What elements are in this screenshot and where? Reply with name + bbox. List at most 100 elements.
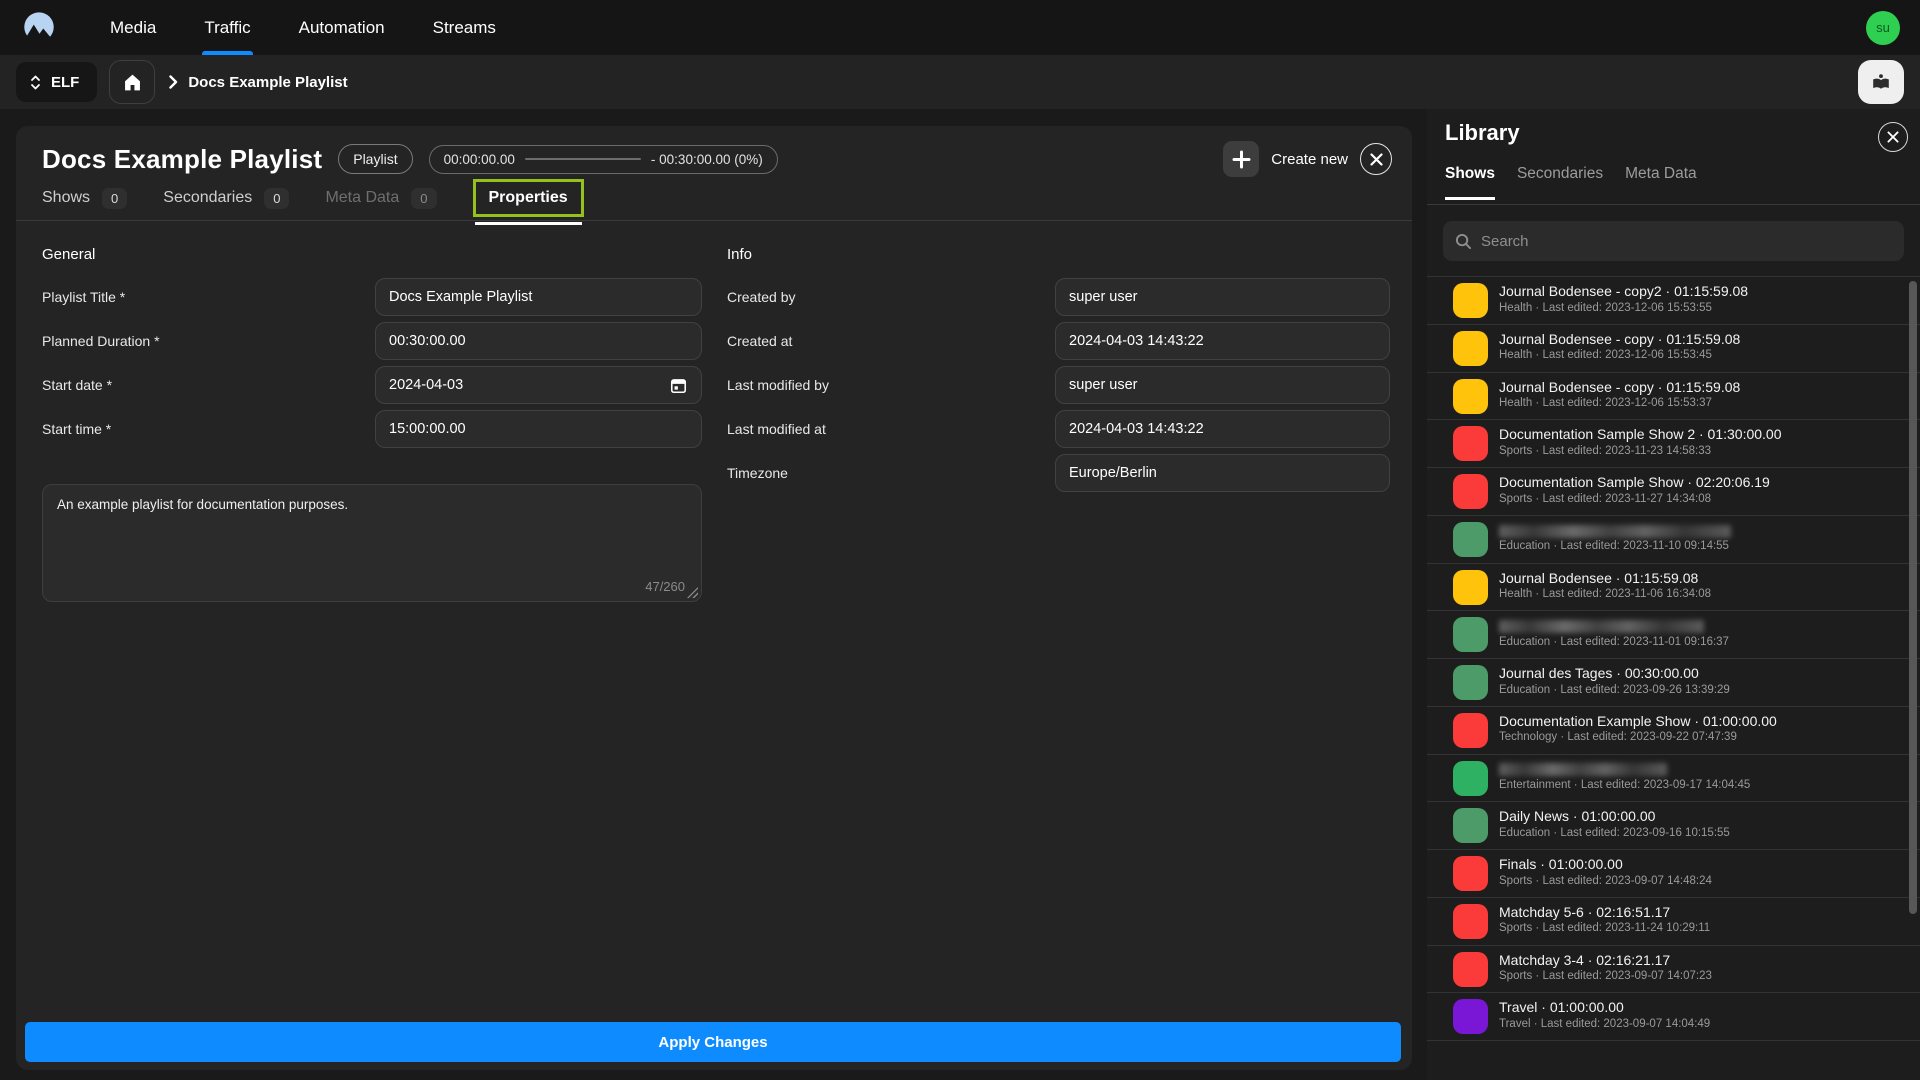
library-divider	[1427, 204, 1920, 205]
library-close-button[interactable]	[1878, 122, 1908, 152]
item-color-swatch	[1453, 617, 1488, 652]
library-item[interactable]: Matchday 3-4 · 02:16:21.17Sports · Last …	[1427, 946, 1920, 994]
general-row-start-date: Start date *2024-04-03	[42, 366, 702, 404]
library-item[interactable]: Journal Bodensee - copy2 · 01:15:59.08He…	[1427, 277, 1920, 325]
library-tab-secondaries[interactable]: Secondaries	[1517, 165, 1603, 187]
item-title: Journal des Tages · 00:30:00.00	[1499, 665, 1699, 681]
info-field-created-by[interactable]: super user	[1055, 278, 1390, 316]
user-avatar[interactable]: su	[1866, 11, 1900, 45]
tab-label: Secondaries	[163, 189, 252, 207]
field-value: super user	[1069, 377, 1138, 393]
item-subtitle: Sports · Last edited: 2023-11-27 14:34:0…	[1499, 493, 1711, 505]
tab-meta-data[interactable]: Meta Data0	[325, 188, 436, 209]
library-item[interactable]: Journal Bodensee - copy · 01:15:59.08Hea…	[1427, 373, 1920, 421]
item-subtitle: Education · Last edited: 2023-09-16 10:1…	[1499, 827, 1730, 839]
nav-item-automation[interactable]: Automation	[275, 0, 409, 55]
general-row-playlist-title: Playlist Title *Docs Example Playlist	[42, 278, 702, 316]
search-input[interactable]	[1481, 233, 1892, 250]
info-label: Last modified by	[727, 377, 1055, 393]
item-title: Documentation Sample Show 2 · 01:30:00.0…	[1499, 426, 1782, 442]
redacted-title	[1499, 620, 1704, 633]
info-field-timezone[interactable]: Europe/Berlin	[1055, 454, 1390, 492]
description-textarea[interactable]: An example playlist for documentation pu…	[43, 485, 701, 601]
item-subtitle: Education · Last edited: 2023-11-01 09:1…	[1499, 636, 1729, 648]
library-tab-meta-data[interactable]: Meta Data	[1625, 165, 1697, 187]
info-heading: Info	[727, 244, 1390, 265]
item-color-swatch	[1453, 808, 1488, 843]
general-field-start-date[interactable]: 2024-04-03	[375, 366, 702, 404]
workspace-selector[interactable]: ELF	[16, 62, 97, 102]
top-nav: Media TrafficAutomationStreams su	[0, 0, 1920, 55]
tab-shows[interactable]: Shows0	[42, 188, 127, 209]
nav-item-traffic[interactable]: Traffic	[180, 0, 274, 55]
library-toggle-button[interactable]	[1858, 60, 1904, 104]
general-field-planned-duration[interactable]: 00:30:00.00	[375, 322, 702, 360]
library-item[interactable]: Education · Last edited: 2023-11-10 09:1…	[1427, 516, 1920, 564]
item-subtitle: Health · Last edited: 2023-11-06 16:34:0…	[1499, 588, 1711, 600]
info-row-last-modified-by: Last modified by super user	[727, 366, 1390, 404]
item-color-swatch	[1453, 426, 1488, 461]
app-logo-icon[interactable]	[20, 9, 58, 47]
item-title: Documentation Example Show · 01:00:00.00	[1499, 713, 1777, 729]
playlist-type-badge: Playlist	[338, 144, 412, 174]
library-item[interactable]: Documentation Sample Show · 02:20:06.19S…	[1427, 468, 1920, 516]
item-title	[1499, 522, 1731, 538]
library-item[interactable]: Journal des Tages · 00:30:00.00Education…	[1427, 659, 1920, 707]
create-new-label[interactable]: Create new	[1271, 151, 1348, 168]
info-field-last-modified-by[interactable]: super user	[1055, 366, 1390, 404]
item-title: Finals · 01:00:00.00	[1499, 856, 1623, 872]
library-item[interactable]: Daily News · 01:00:00.00 Education · Last…	[1427, 802, 1920, 850]
tab-count-badge: 0	[102, 188, 127, 209]
library-title: Library	[1445, 120, 1520, 146]
nav-item-label: Media	[110, 18, 156, 38]
library-item[interactable]: Matchday 5-6 · 02:16:51.17Sports · Last …	[1427, 898, 1920, 946]
library-scrollbar-thumb[interactable]	[1909, 281, 1917, 914]
main-nav: Media TrafficAutomationStreams	[86, 0, 520, 55]
item-title: Daily News · 01:00:00.00	[1499, 808, 1655, 824]
item-title: Matchday 5-6 · 02:16:51.17	[1499, 904, 1670, 920]
field-value: 2024-04-03 14:43:22	[1069, 333, 1204, 349]
library-item[interactable]: Documentation Sample Show 2 · 01:30:00.0…	[1427, 420, 1920, 468]
item-color-swatch	[1453, 283, 1488, 318]
breadcrumb-bar: ELF Docs Example Playlist	[0, 55, 1920, 109]
info-field-created-at[interactable]: 2024-04-03 14:43:22	[1055, 322, 1390, 360]
general-section: General Playlist Title *Docs Example Pla…	[42, 244, 702, 454]
item-subtitle: Education · Last edited: 2023-11-10 09:1…	[1499, 540, 1729, 552]
home-button[interactable]	[109, 60, 155, 104]
page-title: Docs Example Playlist	[42, 144, 322, 175]
nav-item-streams[interactable]: Streams	[409, 0, 520, 55]
general-field-playlist-title[interactable]: Docs Example Playlist	[375, 278, 702, 316]
item-subtitle: Sports · Last edited: 2023-09-07 14:48:2…	[1499, 875, 1712, 887]
library-item[interactable]: Entertainment · Last edited: 2023-09-17 …	[1427, 755, 1920, 803]
close-panel-button[interactable]	[1360, 143, 1392, 175]
calendar-icon[interactable]	[669, 376, 688, 395]
library-list: Journal Bodensee - copy2 · 01:15:59.08He…	[1427, 276, 1920, 1080]
apply-changes-button[interactable]: Apply Changes	[25, 1022, 1401, 1062]
library-item[interactable]: Finals · 01:00:00.00 Sports · Last edited…	[1427, 850, 1920, 898]
field-value: 2024-04-03 14:43:22	[1069, 421, 1204, 437]
create-new-button[interactable]	[1223, 141, 1259, 177]
field-value: 2024-04-03	[389, 377, 463, 393]
plus-icon	[1232, 150, 1251, 169]
breadcrumb-current[interactable]: Docs Example Playlist	[188, 74, 347, 91]
field-value: Docs Example Playlist	[389, 289, 532, 305]
item-color-swatch	[1453, 856, 1488, 891]
info-field-last-modified-at[interactable]: 2024-04-03 14:43:22	[1055, 410, 1390, 448]
library-item[interactable]: Travel · 01:00:00.00Travel · Last edited…	[1427, 993, 1920, 1041]
item-subtitle: Health · Last edited: 2023-12-06 15:53:4…	[1499, 349, 1712, 361]
info-label: Created by	[727, 289, 1055, 305]
general-field-start-time[interactable]: 15:00:00.00	[375, 410, 702, 448]
library-item[interactable]: Education · Last edited: 2023-11-01 09:1…	[1427, 611, 1920, 659]
library-item[interactable]: Journal Bodensee · 01:15:59.08Health · L…	[1427, 564, 1920, 612]
tab-properties[interactable]: Properties	[473, 179, 584, 217]
chevron-right-icon	[169, 75, 178, 89]
nav-item-media[interactable]: Media	[86, 0, 180, 55]
library-item[interactable]: Journal Bodensee - copy · 01:15:59.08Hea…	[1427, 325, 1920, 373]
library-tab-shows[interactable]: Shows	[1445, 165, 1495, 187]
tab-secondaries[interactable]: Secondaries0	[163, 188, 289, 209]
description-textarea-wrap: An example playlist for documentation pu…	[42, 484, 702, 602]
library-tabs: Shows Secondaries Meta Data	[1445, 165, 1697, 187]
library-item[interactable]: Documentation Example Show · 01:00:00.00…	[1427, 707, 1920, 755]
home-icon	[122, 72, 143, 93]
progress-total: - 00:30:00.00 (0%)	[651, 152, 763, 167]
